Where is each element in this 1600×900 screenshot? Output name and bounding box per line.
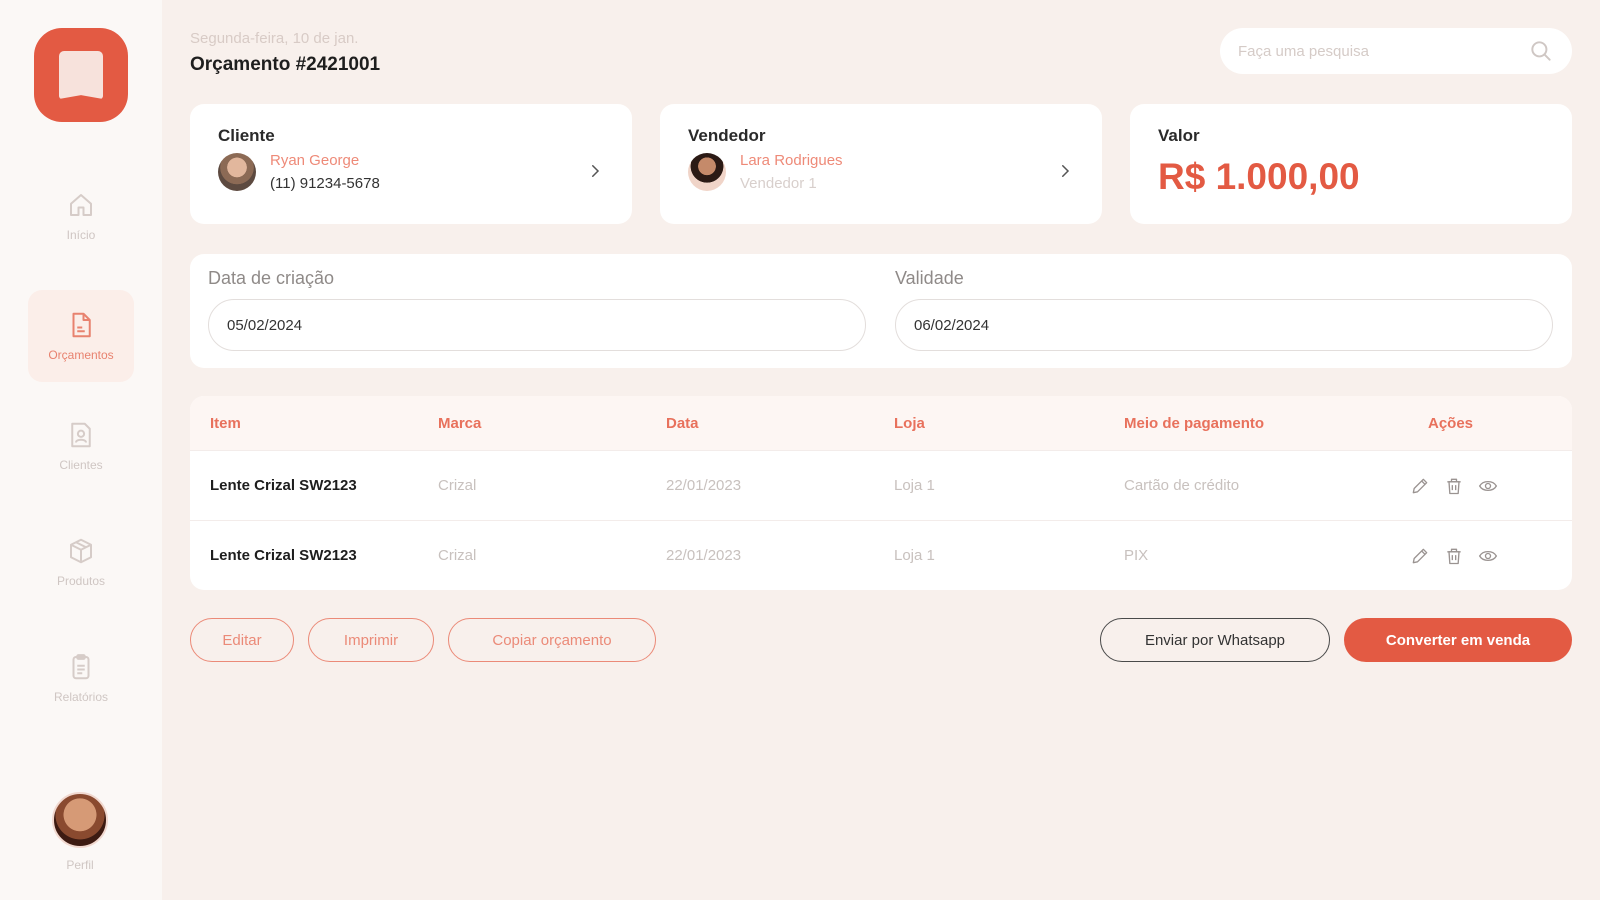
column-header-acoes: Ações (1428, 414, 1474, 432)
seller-role: Vendedor 1 (740, 175, 817, 192)
edit-icon[interactable] (1410, 476, 1430, 496)
cell-payment: PIX (1124, 547, 1149, 564)
edit-button[interactable]: Editar (190, 618, 294, 662)
seller-avatar (688, 153, 726, 191)
seller-card-title: Vendedor (688, 126, 766, 145)
print-button[interactable]: Imprimir (308, 618, 434, 662)
cell-item: Lente Crizal SW2123 (210, 477, 357, 494)
client-name: Ryan George (270, 152, 360, 169)
table-row[interactable]: Lente Crizal SW2123 Crizal 22/01/2023 Lo… (190, 450, 1572, 520)
avatar[interactable] (52, 792, 108, 848)
client-phone: (11) 91234-5678 (270, 175, 380, 192)
cell-payment: Cartão de crédito (1124, 477, 1240, 494)
current-date: Segunda-feira, 10 de jan. (190, 30, 359, 47)
eye-icon[interactable] (1478, 476, 1498, 496)
search-input[interactable] (1238, 42, 1528, 60)
chevron-right-icon[interactable] (1056, 162, 1074, 180)
sidebar-item-clientes[interactable]: Clientes (28, 400, 134, 492)
client-info: Ryan George (11) 91234-5678 (218, 152, 604, 192)
sidebar-item-inicio[interactable]: Início (28, 170, 134, 262)
column-header-pagamento: Meio de pagamento (1124, 414, 1265, 432)
total-value: R$ 1.000,00 (1158, 156, 1360, 197)
client-card-title: Cliente (218, 126, 275, 145)
client-icon (71, 422, 91, 448)
column-header-item: Item (210, 414, 241, 432)
client-card[interactable]: Cliente Ryan George (11) 91234-5678 (190, 104, 632, 224)
eye-icon[interactable] (1478, 546, 1498, 566)
app-logo[interactable] (34, 28, 128, 122)
sidebar-item-label: Produtos (56, 574, 106, 588)
cell-date: 22/01/2023 (666, 477, 742, 494)
row-actions (1410, 476, 1498, 496)
sidebar-item-relatorios[interactable]: Relatórios (28, 632, 134, 724)
sidebar-item-orcamentos[interactable]: Orçamentos (28, 290, 134, 382)
trash-icon[interactable] (1444, 546, 1464, 566)
send-whatsapp-button[interactable]: Enviar por Whatsapp (1100, 618, 1330, 662)
sidebar-item-label: Relatórios (53, 690, 109, 704)
column-header-marca: Marca (438, 414, 482, 432)
box-icon (70, 538, 92, 564)
cell-item: Lente Crizal SW2123 (210, 547, 357, 564)
trash-icon[interactable] (1444, 476, 1464, 496)
copy-quote-button[interactable]: Copiar orçamento (448, 618, 656, 662)
profile[interactable]: Perfil (52, 792, 108, 872)
convert-to-sale-button[interactable]: Converter em venda (1344, 618, 1572, 662)
row-actions (1410, 546, 1498, 566)
sidebar-item-label: Orçamentos (48, 348, 114, 362)
cell-brand: Crizal (438, 477, 477, 494)
cell-store: Loja 1 (894, 477, 935, 494)
dates-panel: Data de criação Validade (190, 254, 1572, 368)
table-row[interactable]: Lente Crizal SW2123 Crizal 22/01/2023 Lo… (190, 520, 1572, 590)
edit-icon[interactable] (1410, 546, 1430, 566)
created-date-label: Data de criação (208, 268, 335, 288)
cell-date: 22/01/2023 (666, 547, 742, 564)
book-icon (59, 51, 103, 99)
created-date-group: Data de criação (208, 268, 866, 351)
home-icon (70, 194, 92, 216)
validity-date-label: Validade (895, 268, 964, 288)
sidebar-item-label: Início (66, 228, 96, 242)
cell-store: Loja 1 (894, 547, 935, 564)
search-icon[interactable] (1528, 38, 1554, 64)
profile-label: Perfil (66, 858, 94, 872)
chevron-right-icon[interactable] (586, 162, 604, 180)
sidebar-item-produtos[interactable]: Produtos (28, 516, 134, 608)
seller-card[interactable]: Vendedor Lara Rodrigues Vendedor 1 (660, 104, 1102, 224)
value-card-title: Valor (1158, 126, 1200, 145)
report-icon (72, 654, 90, 680)
seller-name: Lara Rodrigues (740, 152, 843, 169)
validity-date-field[interactable] (895, 299, 1553, 351)
sidebar-item-label: Clientes (59, 458, 103, 472)
seller-info: Lara Rodrigues Vendedor 1 (688, 152, 1074, 192)
value-card: Valor R$ 1.000,00 (1130, 104, 1572, 224)
column-header-loja: Loja (894, 414, 925, 432)
sidebar: Início Orçamentos Clientes Produtos Rela… (0, 0, 162, 900)
search-bar (1220, 28, 1572, 74)
validity-date-group: Validade (895, 268, 1553, 351)
table-header: Item Marca Data Loja Meio de pagamento A… (190, 396, 1572, 450)
created-date-field[interactable] (208, 299, 866, 351)
column-header-data: Data (666, 414, 699, 432)
cell-brand: Crizal (438, 547, 477, 564)
client-avatar (218, 153, 256, 191)
page-title: Orçamento #2421001 (190, 54, 381, 75)
items-table: Item Marca Data Loja Meio de pagamento A… (190, 396, 1572, 590)
document-icon (72, 312, 91, 338)
